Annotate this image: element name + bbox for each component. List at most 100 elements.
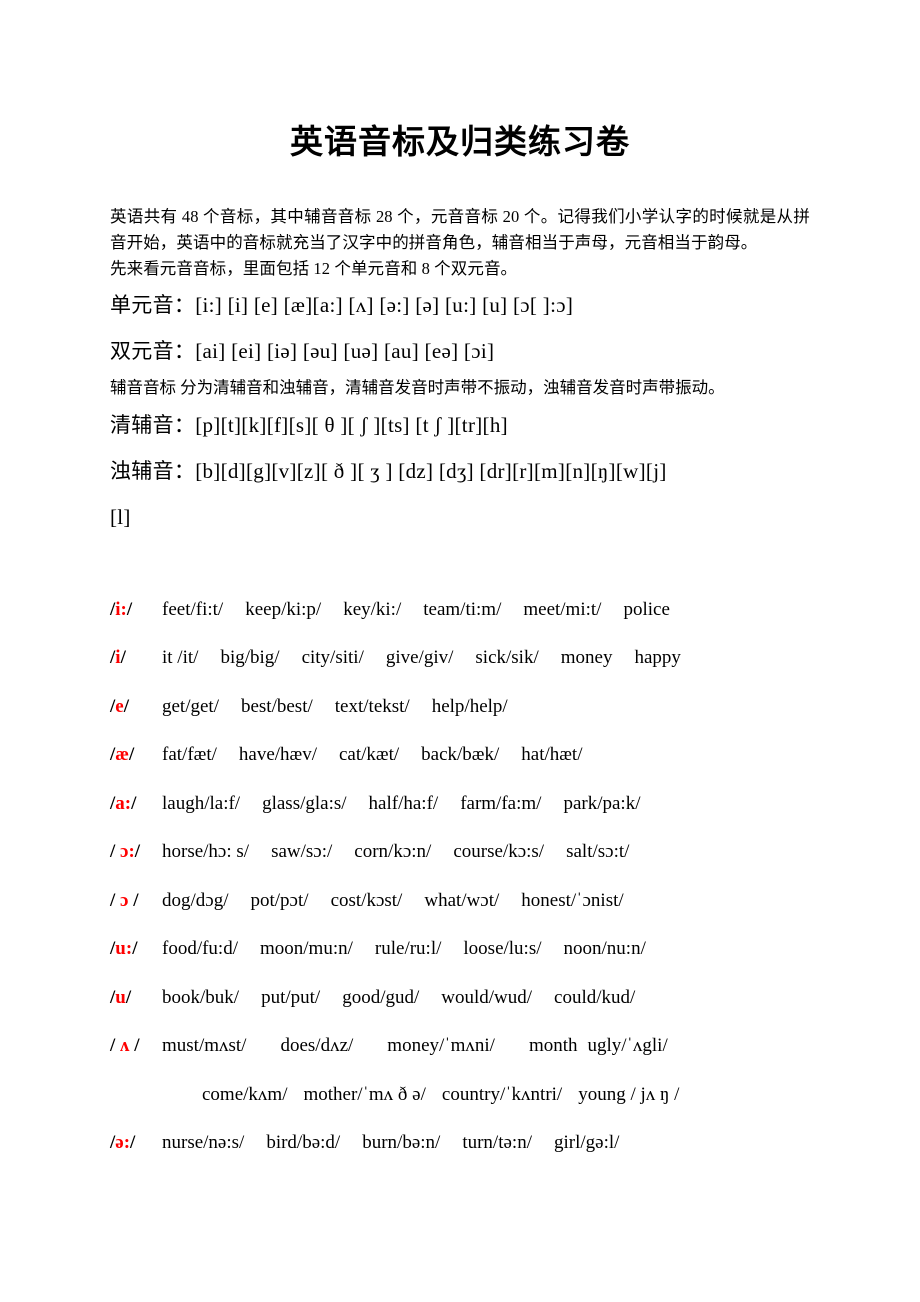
word-item: book/buk/ (162, 986, 240, 1008)
slash-close: / (120, 647, 126, 669)
word-item: happy (634, 647, 681, 669)
word-item: money/ˈmʌni/ (387, 1035, 495, 1057)
word-item: could/kud/ (554, 986, 636, 1008)
intro-section: 英语共有 48 个音标，其中辅音音标 28 个，元音音标 20 个。记得我们小学… (110, 204, 810, 282)
word-item: give/giv/ (385, 647, 454, 669)
word-item: glass/gla:s/ (262, 792, 347, 814)
word-items: dog/dɔg/pot/pɔt/cost/kɔst/what/wɔt/hones… (162, 890, 646, 911)
symbol-text: u: (115, 938, 133, 960)
word-item: park/pa:k/ (563, 792, 641, 814)
word-item: burn/bə:n/ (362, 1132, 441, 1154)
slash-open: / (110, 1035, 121, 1057)
phonetic-symbol: /e/ (110, 683, 152, 732)
slash-close: / (125, 986, 132, 1008)
word-row: / ɔ / dog/dɔg/pot/pɔt/cost/kɔst/what/wɔt/… (110, 877, 810, 926)
word-item: rule/ru:l/ (374, 938, 442, 960)
intro-paragraph-1: 英语共有 48 个音标，其中辅音音标 28 个，元音音标 20 个。记得我们小学… (110, 206, 810, 252)
phonetic-symbol: /i/ (110, 634, 152, 683)
phonetic-symbol: /a:/ (110, 780, 152, 829)
slash-close: / (123, 695, 129, 717)
word-row: /æ/fat/fæt/have/hæv/cat/kæt/back/bæk/hat… (110, 731, 810, 780)
word-item: good/gud/ (342, 986, 420, 1008)
word-item: back/bæk/ (421, 744, 500, 766)
word-item: text/tekst/ (334, 695, 410, 717)
word-item: put/put/ (261, 986, 321, 1008)
voiced-consonant-label: 浊辅音： (110, 458, 196, 483)
word-item: does/dʌz/ (280, 1035, 354, 1057)
word-items: food/fu:d/moon/mu:n/rule/ru:l/loose/lu:s… (162, 938, 668, 959)
voiced-consonant-line: 浊辅音：[b][d][g][v][z][ ð ][ ʒ ] [dz] [dʒ] … (110, 448, 810, 494)
word-row: / ʌ / must/mʌst/does/dʌz/money/ˈmʌni/mont… (110, 1022, 810, 1071)
word-item: noon/nu:n/ (563, 938, 646, 960)
word-items: book/buk/put/put/good/gud/would/wud/coul… (162, 987, 657, 1008)
word-item: must/mʌst/ (162, 1035, 247, 1057)
symbol-text: i: (115, 598, 127, 620)
document-page: 英语音标及归类练习卷 英语共有 48 个音标，其中辅音音标 28 个，元音音标 … (0, 0, 920, 1302)
word-item: dog/dɔg/ (162, 889, 229, 911)
word-item: it /it/ (162, 647, 199, 669)
word-row: /e/get/get/best/best/text/tekst/help/hel… (110, 683, 810, 732)
word-item: loose/lu:s/ (463, 938, 542, 960)
symbol-text: ɔ: (120, 841, 135, 863)
voiced-consonant-symbols: [b][d][g][v][z][ ð ][ ʒ ] [dz] [dʒ] [dr]… (195, 458, 667, 483)
symbol-text: e (115, 695, 124, 717)
symbol-text: ə: (115, 1132, 131, 1154)
diphthong-symbols: [ai] [ei] [iə] [əu] [uə] [au] [eə] [ɔi] (195, 338, 495, 363)
word-item: team/ti:m/ (423, 598, 502, 620)
symbol-text: ʌ (120, 1035, 130, 1057)
word-item: young / jʌ ŋ / (578, 1083, 680, 1105)
word-item: sick/sik/ (475, 647, 539, 669)
word-item: cost/kɔst/ (330, 889, 403, 911)
word-item: nurse/nə:s/ (162, 1132, 245, 1154)
word-item: half/ha:f/ (368, 792, 439, 814)
slash-close: / (130, 1132, 136, 1154)
word-item: salt/sɔ:t/ (566, 841, 630, 863)
word-items: nurse/nə:s/bird/bə:d/burn/bə:n/turn/tə:n… (162, 1132, 641, 1153)
slash-close: / (126, 598, 133, 620)
word-item: turn/tə:n/ (462, 1132, 532, 1154)
word-item: month (528, 1035, 578, 1057)
symbol-text: u (115, 986, 126, 1008)
word-row-continuation: come/kʌm/mother/ˈmʌ ð ə/country/ˈkʌntri/… (110, 1071, 810, 1120)
voiceless-consonant-symbols: [p][t][k][f][s][ θ ][ ʃ ][ts] [t ʃ ][tr]… (195, 412, 508, 437)
consonant-note: 辅音音标 分为清辅音和浊辅音，清辅音发音时声带不振动，浊辅音发音时声带振动。 (110, 377, 725, 397)
word-item: big/big/ (220, 647, 280, 669)
word-item: have/hæv/ (238, 744, 317, 766)
page-title: 英语音标及归类练习卷 (290, 122, 630, 161)
word-row: /i:/ feet/fi:t/keep/ki:p/key/ki:/ team/ti:… (110, 586, 810, 635)
voiced-consonant-continuation: [l] (110, 504, 131, 529)
phonetic-symbol: /æ/ (110, 731, 152, 780)
word-items: must/mʌst/does/dʌz/money/ˈmʌni/month ugly… (162, 1035, 690, 1056)
word-item: get/get/ (162, 695, 219, 717)
word-item: bird/bə:d/ (266, 1132, 341, 1154)
diphthong-label: 双元音： (110, 338, 196, 363)
word-item: hat/hæt/ (521, 744, 583, 766)
word-item: would/wud/ (441, 986, 533, 1008)
word-item: country/ˈkʌntri/ (441, 1083, 563, 1105)
word-item: fat/fæt/ (162, 744, 217, 766)
word-row: /i/it /it/big/big/city/siti/give/giv/sic… (110, 634, 810, 683)
word-items: fat/fæt/have/hæv/cat/kæt/back/bæk/hat/hæ… (162, 744, 605, 765)
word-item: honest/ˈɔnist/ (521, 889, 624, 911)
word-item: what/wɔt/ (424, 889, 500, 911)
word-item: keep/ki:p/ (245, 598, 322, 620)
word-item: meet/mi:t/ (523, 598, 602, 620)
word-item: moon/mu:n/ (260, 938, 353, 960)
word-item: key/ki:/ (343, 598, 402, 620)
word-item: girl/gə:l/ (553, 1132, 620, 1154)
slash-close: / (132, 938, 138, 960)
diphthong-line: 双元音：[ai] [ei] [iə] [əu] [uə] [au] [eə] [… (110, 328, 810, 374)
intro-paragraph-2: 先来看元音音标，里面包括 12 个单元音和 8 个双元音。 (110, 258, 518, 278)
slash-close: / (131, 792, 137, 814)
word-item: feet/fi:t/ (162, 598, 224, 620)
word-row: /u:/ food/fu:d/moon/mu:n/rule/ru:l/loose/… (110, 925, 810, 974)
phonetic-symbol: / ʌ / (110, 1022, 152, 1071)
word-item: police (623, 598, 670, 620)
word-item: help/help/ (431, 695, 508, 717)
word-items: get/get/best/best/text/tekst/help/help/ (162, 696, 530, 717)
phonetic-symbol: /i:/ (110, 586, 152, 635)
monophthong-line: 单元音：[i:] [i] [e] [æ][a:] [ʌ] [ə:] [ə] [u… (110, 282, 810, 328)
slash-open: / (110, 841, 121, 863)
phonetic-symbol: / ɔ:/ (110, 828, 152, 877)
word-items: horse/hɔ: s/saw/sɔ:/ corn/kɔ:n/course/kɔ:… (162, 841, 651, 862)
